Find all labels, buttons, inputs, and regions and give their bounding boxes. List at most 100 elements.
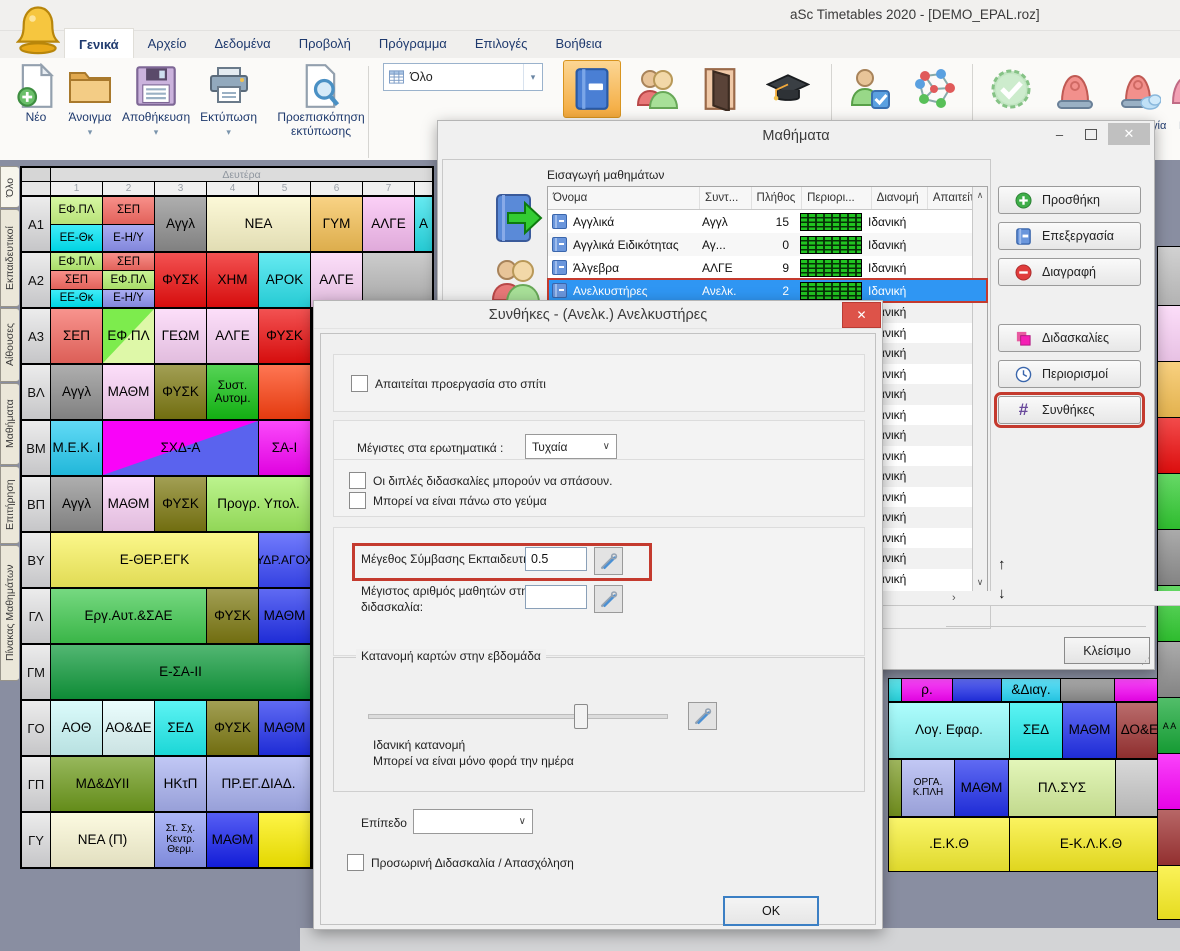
lesson-card-stack[interactable]: ΣΕΠΕ-Η/Υ	[103, 197, 154, 251]
lesson-card[interactable]: ΑΛΓΕ	[363, 197, 414, 251]
lesson-card[interactable]: Συστ. Αυτομ.	[207, 365, 258, 419]
lesson-card[interactable]: Αγγλ	[51, 477, 102, 531]
lesson-card[interactable]: ΑΟΘ	[51, 701, 102, 755]
file-action-0[interactable]: Νέο	[14, 61, 58, 151]
lesson-card[interactable]	[1158, 642, 1180, 697]
lesson-card[interactable]: Ε-ΣΑ-ΙΙ	[51, 645, 310, 699]
subjects-button-4[interactable]: Περιορισμοί	[998, 360, 1141, 388]
lesson-card[interactable]: ΜΑΘΜ	[259, 701, 310, 755]
close-dialog-button[interactable]: Κλείσιμο	[1064, 637, 1150, 664]
sidebar-tab-5[interactable]: Πίνακας Μαθημάτων	[0, 545, 19, 681]
menu-item-4[interactable]: Πρόγραμμα	[365, 28, 461, 58]
lesson-card[interactable]: ΦΥΣΚ	[155, 477, 206, 531]
chevron-up-icon[interactable]: ∧	[977, 190, 984, 201]
checkbox-icon[interactable]	[351, 375, 368, 392]
lesson-card[interactable]	[1158, 362, 1180, 417]
lesson-card[interactable]: ΠΛ.ΣΥΣ	[1009, 760, 1115, 816]
lesson-card-stack[interactable]: ΕΦ.ΠΛΣΕΠΕΕ-Θκ	[51, 253, 102, 307]
lesson-card[interactable]: ΗΚτΠ	[155, 757, 206, 811]
lesson-card[interactable]: ΣΧΔ-Α	[103, 421, 258, 475]
import-subjects-icon[interactable]	[495, 192, 543, 244]
over-lunch-checkbox-row[interactable]: Μπορεί να είναι πάνω στο γεύμα	[349, 492, 547, 509]
lesson-card[interactable]	[1158, 418, 1180, 473]
lesson-card[interactable]: ΕΦ.ΠΛ	[103, 309, 154, 363]
app-bell-icon[interactable]	[16, 3, 60, 56]
distribution-slider-thumb[interactable]	[574, 704, 588, 729]
lesson-card[interactable]: ρ.	[902, 679, 952, 701]
doubles-break-checkbox-row[interactable]: Οι διπλές διδασκαλίες μπορούν να σπάσουν…	[349, 472, 613, 489]
lesson-card-stack[interactable]: ΕΦ.ΠΛΕΕ-Θκ	[51, 197, 102, 251]
lesson-card[interactable]: ΜΑΘΜ	[955, 760, 1008, 816]
lesson-card[interactable]: ΕΕ-Θκ	[51, 224, 102, 252]
lesson-card[interactable]: Α Α	[1158, 698, 1180, 753]
lesson-card[interactable]: Αγγλ	[51, 365, 102, 419]
lesson-card[interactable]: ΠΡ.ΕΓ.ΔΙΑΔ.	[207, 757, 310, 811]
file-action-2[interactable]: Αποθήκευση▾	[122, 61, 190, 151]
lesson-card[interactable]: ΑΡΟΚ	[259, 253, 310, 307]
lesson-card[interactable]: Προγρ. Υπολ.	[207, 477, 310, 531]
lesson-card[interactable]	[259, 365, 310, 419]
lesson-card[interactable]: ΣΕΠ	[103, 197, 154, 224]
lesson-card[interactable]	[1158, 306, 1180, 361]
max-students-tools-button[interactable]	[594, 585, 623, 613]
subject-row[interactable]: ΆλγεβραΑΛΓΕ9Ιδανική	[548, 256, 987, 279]
checkbox-icon[interactable]	[349, 492, 366, 509]
max-students-input[interactable]	[525, 585, 587, 609]
contract-size-tools-button[interactable]	[594, 547, 623, 575]
lesson-card[interactable]: Στ. Σχ. Κεντρ. Θερμ.	[155, 813, 206, 867]
lesson-card[interactable]: Α	[415, 197, 432, 251]
max-questions-select[interactable]: Τυχαία ∨	[525, 434, 617, 459]
subjects-button-5[interactable]: #Συνθήκες	[998, 396, 1141, 424]
lesson-card[interactable]: ΜΑΘΜ	[103, 477, 154, 531]
lesson-card[interactable]: ΧΗΜ	[207, 253, 258, 307]
contract-size-input[interactable]	[525, 547, 587, 571]
lesson-card[interactable]: ΟΡΓΑ. Κ.ΠΛΗ	[902, 760, 954, 816]
checkbox-icon[interactable]	[347, 854, 364, 871]
lesson-card[interactable]	[1158, 810, 1180, 865]
lesson-card[interactable]	[259, 813, 310, 867]
lesson-card-stack[interactable]: ΣΕΠΕΦ.ΠΛΕ-Η/Υ	[103, 253, 154, 307]
chevron-down-icon[interactable]: ▾	[154, 127, 159, 137]
timetable-fragment-bottom[interactable]: ρ.&Διαγ.Λογ. Εφαρ.ΣΕΔΜΑΘΜΔΟ&ΕΣΟΡΓΑ. Κ.ΠΛ…	[888, 678, 1180, 872]
lesson-card[interactable]: ΕΦ.ΠΛ	[51, 253, 102, 270]
checkbox-icon[interactable]	[349, 472, 366, 489]
lesson-card[interactable]: Αγγλ	[155, 197, 206, 251]
column-header[interactable]: Περιορι...	[802, 187, 872, 209]
lesson-card[interactable]: ΕΕ-Θκ	[51, 289, 102, 307]
vertical-scrollbar[interactable]: ∧∨	[972, 187, 987, 591]
lesson-card[interactable]	[1158, 866, 1180, 919]
lesson-card[interactable]: ΦΥΣΚ	[207, 701, 258, 755]
lesson-card[interactable]: ΑΟ&ΔΕ	[103, 701, 154, 755]
lesson-card[interactable]: ΜΑΘΜ	[207, 813, 258, 867]
lesson-card[interactable]: ΜΑΘΜ	[259, 589, 310, 643]
lesson-card[interactable]: ΦΥΣΚ	[155, 253, 206, 307]
lesson-card[interactable]	[953, 679, 1001, 701]
lesson-card[interactable]: ΥΔΡ.ΑΓΟΧ	[259, 533, 310, 587]
menu-item-2[interactable]: Δεδομένα	[200, 28, 284, 58]
distribution-tools-button[interactable]	[688, 702, 717, 730]
column-header[interactable]: Πλήθος	[752, 187, 803, 209]
lesson-card[interactable]: ΓΥΜ	[311, 197, 362, 251]
lesson-card[interactable]: ΜΑΘΜ	[1063, 703, 1116, 758]
homework-checkbox-row[interactable]: Απαιτείται προεργασία στο σπίτι	[351, 375, 546, 392]
timetable-fragment-right[interactable]: Α Α	[1157, 246, 1180, 920]
chevron-down-icon[interactable]: ∨	[977, 577, 984, 588]
lesson-card[interactable]: ΣΑ-Ι	[259, 421, 310, 475]
lesson-card[interactable]: Ε-Η/Υ	[103, 289, 154, 307]
maximize-button[interactable]	[1075, 123, 1106, 145]
lesson-card[interactable]	[1061, 679, 1114, 701]
lesson-card[interactable]: Ε-ΘΕΡ.ΕΓΚ	[51, 533, 258, 587]
move-up-icon[interactable]: ↑	[998, 551, 1006, 580]
menu-item-3[interactable]: Προβολή	[285, 28, 365, 58]
lesson-card[interactable]: .Ε.Κ.Θ	[889, 818, 1009, 871]
lesson-card[interactable]: ΣΕΠ	[103, 253, 154, 270]
lesson-card[interactable]: ΕΦ.ΠΛ	[103, 270, 154, 288]
lesson-card[interactable]: ΜΑΘΜ	[103, 365, 154, 419]
menu-item-5[interactable]: Επιλογές	[461, 28, 542, 58]
lesson-card[interactable]: ΣΕΔ	[1010, 703, 1062, 758]
lesson-card[interactable]	[1158, 247, 1180, 305]
subjects-button-3[interactable]: Διδασκαλίες	[998, 324, 1141, 352]
menu-item-0[interactable]: Γενικά	[64, 28, 134, 58]
ok-button[interactable]: OK	[723, 896, 819, 926]
lesson-card[interactable]: ΦΥΣΚ	[155, 365, 206, 419]
